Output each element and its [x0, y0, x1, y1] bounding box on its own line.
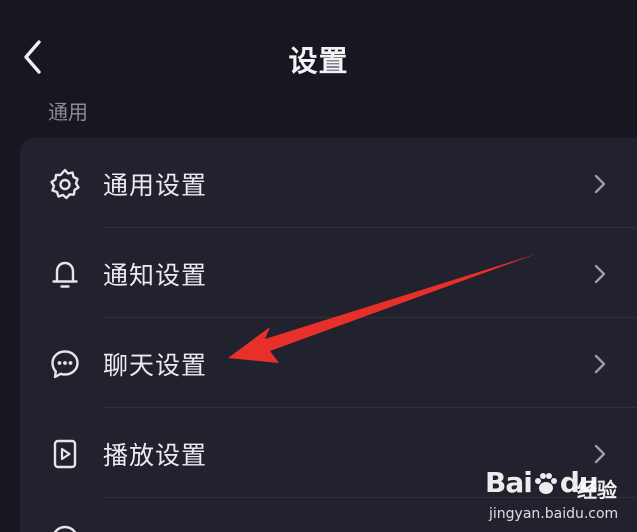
settings-card: 通用设置 通知设置 聊天设置 播放设置 [20, 138, 637, 532]
settings-item-general[interactable]: 通用设置 [20, 138, 637, 228]
bell-icon [48, 257, 82, 291]
settings-item-label: 聊天设置 [103, 351, 208, 380]
top-bar: 设置 通用 [0, 0, 637, 124]
settings-item-playback[interactable]: 播放设置 [20, 408, 637, 498]
page-title: 设置 [288, 44, 349, 78]
chevron-right-icon [590, 441, 610, 467]
chevron-right-icon [590, 261, 610, 287]
row-divider [103, 497, 637, 498]
settings-item-label: 播放设置 [103, 441, 208, 470]
chat-bubble-icon [48, 347, 82, 381]
settings-screen: 设置 通用 通用设置 通知设置 聊天设置 播放设置 Bai du 经验 jing… [0, 0, 637, 532]
play-file-icon [48, 437, 82, 471]
section-label-general: 通用 [48, 100, 88, 124]
chevron-right-icon [590, 171, 610, 197]
chevron-right-icon [590, 351, 610, 377]
gear-icon [48, 167, 82, 201]
settings-item-chat[interactable]: 聊天设置 [20, 318, 637, 408]
settings-item-notification[interactable]: 通知设置 [20, 228, 637, 318]
settings-item-label: 通知设置 [103, 261, 208, 290]
partial-row-icon [48, 522, 82, 532]
settings-item-label: 通用设置 [103, 171, 208, 200]
